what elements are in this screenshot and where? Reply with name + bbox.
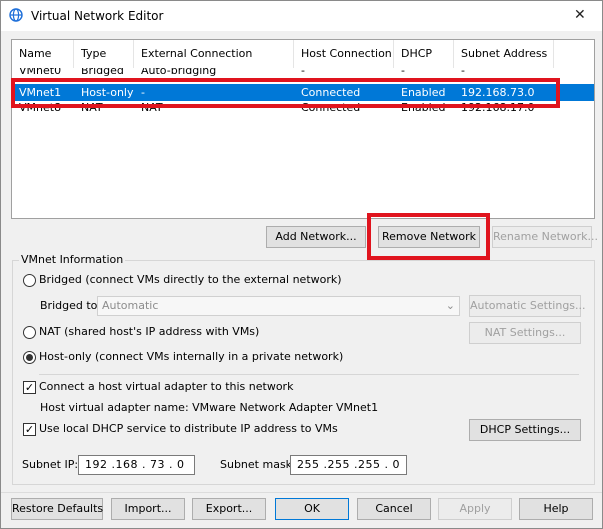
button-highlight-annotation: [367, 213, 490, 260]
footer-divider: [1, 492, 602, 493]
nat-label[interactable]: NAT (shared host's IP address with VMs): [39, 325, 259, 338]
column-header-type[interactable]: Type: [74, 40, 134, 68]
connect-adapter-label[interactable]: Connect a host virtual adapter to this n…: [39, 380, 293, 393]
connect-adapter-checkbox[interactable]: ✓: [23, 381, 36, 394]
checkmark-icon: ✓: [24, 381, 35, 394]
dhcp-settings-button[interactable]: DHCP Settings...: [469, 419, 581, 441]
restore-defaults-button[interactable]: Restore Defaults: [11, 498, 103, 520]
nat-radio[interactable]: [23, 326, 36, 339]
cell-name: VMnet0: [19, 68, 62, 77]
column-header-external-connection[interactable]: External Connection: [134, 40, 294, 68]
checkmark-icon: ✓: [24, 423, 35, 436]
window-title: Virtual Network Editor: [31, 9, 164, 23]
bridged-radio[interactable]: [23, 274, 36, 287]
help-button[interactable]: Help: [519, 498, 593, 520]
globe-icon: [9, 8, 23, 22]
dhcp-checkbox[interactable]: ✓: [23, 423, 36, 436]
title-bar: Virtual Network Editor ✕: [1, 1, 602, 31]
chevron-down-icon: ⌄: [445, 299, 455, 312]
bridged-label[interactable]: Bridged (connect VMs directly to the ext…: [39, 273, 342, 286]
cell-external-connection: Auto-bridging: [141, 68, 217, 77]
close-icon[interactable]: ✕: [574, 7, 586, 23]
export-button[interactable]: Export...: [192, 498, 266, 520]
subnet-mask-label: Subnet mask:: [220, 458, 296, 471]
radio-selected-dot: [26, 354, 33, 361]
cell-subnet-address: -: [461, 68, 465, 77]
ok-button[interactable]: OK: [275, 498, 349, 520]
subnet-ip-label: Subnet IP:: [22, 458, 79, 471]
bridged-to-select[interactable]: Automatic ⌄: [97, 296, 460, 316]
cell-host-connection: -: [301, 68, 305, 77]
bridged-to-value: Automatic: [102, 299, 159, 312]
rename-network-button[interactable]: Rename Network...: [492, 226, 598, 248]
nat-settings-button[interactable]: NAT Settings...: [469, 322, 581, 344]
subnet-mask-field[interactable]: 255 .255 .255 . 0: [290, 455, 407, 475]
column-header-dhcp[interactable]: DHCP: [394, 40, 454, 68]
column-header-host-connection[interactable]: Host Connection: [294, 40, 394, 68]
divider: [39, 374, 579, 375]
bridged-to-label: Bridged to:: [40, 299, 102, 312]
adapter-name-text: Host virtual adapter name: VMware Networ…: [40, 401, 379, 414]
dhcp-label[interactable]: Use local DHCP service to distribute IP …: [39, 422, 338, 435]
add-network-button[interactable]: Add Network...: [266, 226, 366, 248]
host-only-label[interactable]: Host-only (connect VMs internally in a p…: [39, 350, 343, 363]
group-title: VMnet Information: [19, 253, 126, 266]
list-header: Name Type External Connection Host Conne…: [12, 40, 594, 68]
host-only-radio[interactable]: [23, 351, 36, 364]
row-highlight-annotation: [11, 78, 560, 108]
network-list[interactable]: Name Type External Connection Host Conne…: [11, 39, 595, 219]
apply-button[interactable]: Apply: [438, 498, 512, 520]
column-header-name[interactable]: Name: [12, 40, 74, 68]
automatic-settings-button[interactable]: Automatic Settings...: [469, 295, 586, 317]
table-row[interactable]: VMnet0 Bridged Auto-bridging - - -: [12, 68, 594, 78]
import-button[interactable]: Import...: [111, 498, 185, 520]
vmnet-information-group: [12, 260, 595, 485]
subnet-ip-field[interactable]: 192 .168 . 73 . 0: [78, 455, 195, 475]
virtual-network-editor-window: Virtual Network Editor ✕ Name Type Exter…: [0, 0, 603, 529]
cancel-button[interactable]: Cancel: [357, 498, 431, 520]
cell-dhcp: -: [401, 68, 405, 77]
cell-type: Bridged: [81, 68, 124, 77]
column-header-subnet-address[interactable]: Subnet Address: [454, 40, 554, 68]
